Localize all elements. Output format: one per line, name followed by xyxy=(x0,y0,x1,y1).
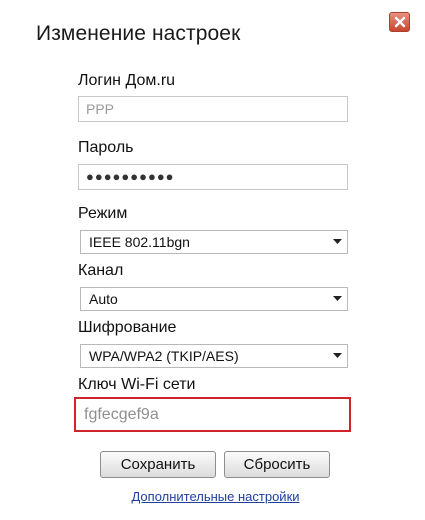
chevron-down-icon xyxy=(327,353,347,359)
login-label: Логин Дом.ru xyxy=(78,72,176,89)
close-button[interactable] xyxy=(389,12,410,32)
password-label: Пароль xyxy=(78,139,134,156)
wifi-key-label: Ключ Wi-Fi сети xyxy=(78,376,196,393)
encryption-select[interactable]: WPA/WPA2 (TKIP/AES) xyxy=(80,344,348,368)
login-field[interactable]: PPP xyxy=(78,96,348,122)
dialog-title: Изменение настроек xyxy=(36,22,241,45)
settings-dialog: Изменение настроек Логин Дом.ru PPP Паро… xyxy=(0,0,425,520)
save-button[interactable]: Сохранить xyxy=(100,451,216,478)
chevron-down-icon xyxy=(327,296,347,302)
reset-button[interactable]: Сбросить xyxy=(224,451,330,478)
chevron-down-icon xyxy=(327,239,347,245)
close-icon xyxy=(394,16,405,28)
encryption-label: Шифрование xyxy=(78,319,177,336)
advanced-settings-link[interactable]: Дополнительные настройки xyxy=(0,489,425,504)
channel-label: Канал xyxy=(78,262,124,279)
mode-selected-value: IEEE 802.11bgn xyxy=(89,234,190,250)
channel-selected-value: Auto xyxy=(89,291,118,307)
encryption-selected-value: WPA/WPA2 (TKIP/AES) xyxy=(89,348,239,364)
mode-label: Режим xyxy=(78,205,128,222)
advanced-settings-link-label: Дополнительные настройки xyxy=(131,489,300,504)
channel-select[interactable]: Auto xyxy=(80,287,348,311)
mode-select[interactable]: IEEE 802.11bgn xyxy=(80,230,348,254)
wifi-key-field[interactable]: fgfecgef9a xyxy=(74,397,351,432)
password-field[interactable]: ●●●●●●●●●● xyxy=(78,164,348,190)
